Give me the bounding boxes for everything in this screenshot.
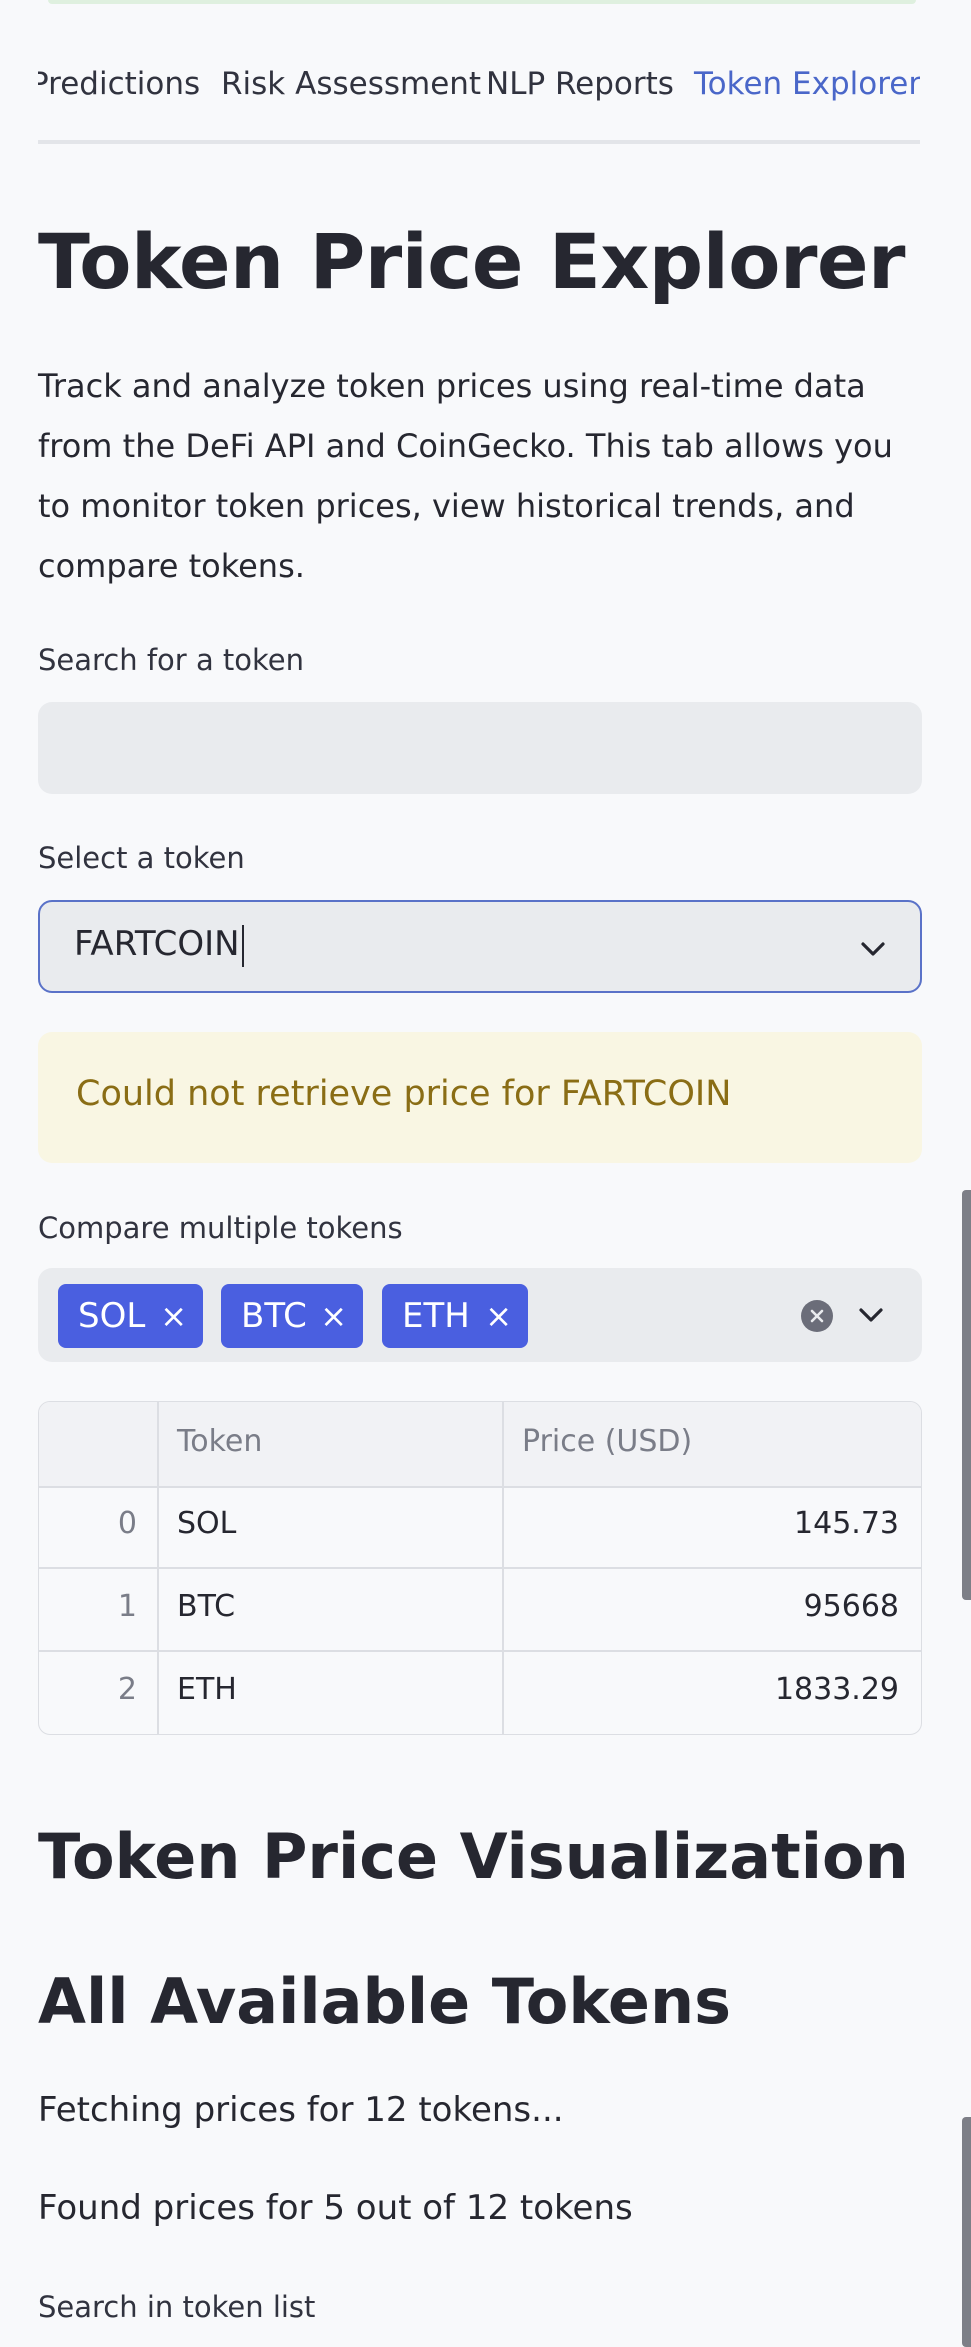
tab-risk-assessment[interactable]: Risk Assessment (221, 66, 481, 102)
chip-btc[interactable]: BTC × (221, 1284, 363, 1348)
tab-bar: Predictions Risk Assessment NLP Reports … (38, 58, 920, 144)
token-cell: BTC (177, 1589, 236, 1624)
tab-token-explorer[interactable]: Token Explorer (694, 66, 920, 102)
scrollbar-thumb[interactable] (962, 1190, 971, 1600)
token-cell: ETH (177, 1672, 237, 1707)
close-icon[interactable]: × (320, 1284, 347, 1348)
token-list-search-label: Search in token list (38, 2290, 316, 2324)
chip-sol[interactable]: SOL × (58, 1284, 203, 1348)
fetching-status: Fetching prices for 12 tokens... (38, 2090, 564, 2130)
token-cell: SOL (177, 1506, 237, 1541)
warning-alert: Could not retrieve price for FARTCOIN (38, 1032, 922, 1163)
page-description: Track and analyze token prices using rea… (38, 367, 893, 585)
clear-circle-icon[interactable] (801, 1300, 833, 1332)
header-price[interactable]: Price (USD) (522, 1424, 692, 1459)
compare-label: Compare multiple tokens (38, 1211, 403, 1245)
tab-predictions[interactable]: Predictions (38, 66, 200, 102)
tab-nlp-reports[interactable]: NLP Reports (486, 66, 674, 102)
chevron-down-icon[interactable] (860, 936, 886, 962)
chip-eth[interactable]: ETH × (382, 1284, 528, 1348)
token-select-value: FARTCOIN (74, 924, 244, 967)
search-input[interactable] (38, 702, 922, 794)
close-icon[interactable]: × (485, 1284, 512, 1348)
search-label: Search for a token (38, 643, 305, 677)
chip-label: ETH (402, 1296, 470, 1336)
row-divider (39, 1650, 921, 1652)
compare-multiselect[interactable]: SOL × BTC × ETH × (38, 1268, 922, 1362)
chip-label: BTC (241, 1296, 307, 1336)
header-token[interactable]: Token (177, 1424, 262, 1459)
close-icon[interactable]: × (160, 1284, 187, 1348)
warning-text: Could not retrieve price for FARTCOIN (76, 1074, 732, 1114)
price-cell: 145.73 (794, 1506, 899, 1541)
row-divider (39, 1567, 921, 1569)
price-cell: 1833.29 (774, 1672, 899, 1707)
token-select[interactable]: FARTCOIN (38, 900, 922, 993)
row-index: 0 (117, 1506, 137, 1541)
scrollbar-thumb-secondary[interactable] (962, 2117, 971, 2347)
table-header: Token Price (USD) (39, 1402, 921, 1488)
text-cursor (241, 924, 244, 967)
active-tab-indicator (693, 140, 920, 144)
row-index: 2 (117, 1672, 137, 1707)
chevron-down-icon[interactable] (858, 1302, 884, 1328)
found-status: Found prices for 5 out of 12 tokens (38, 2188, 633, 2228)
page-title: Token Price Explorer (38, 217, 905, 306)
select-label: Select a token (38, 841, 245, 875)
all-tokens-heading: All Available Tokens (38, 1965, 732, 2038)
row-index: 1 (117, 1589, 137, 1624)
visualization-heading: Token Price Visualization (38, 1820, 909, 1893)
price-table: Token Price (USD) 0 SOL 145.73 1 BTC 956… (38, 1401, 922, 1735)
chip-label: SOL (78, 1296, 146, 1336)
success-banner-edge (48, 0, 916, 4)
price-cell: 95668 (803, 1589, 899, 1624)
